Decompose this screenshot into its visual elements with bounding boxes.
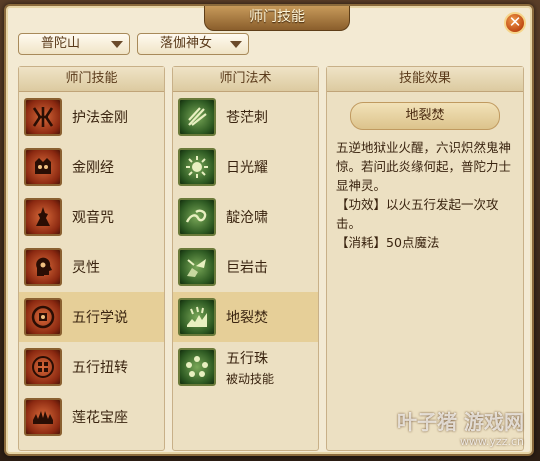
watermark-brand: 叶子猪 游戏网 bbox=[397, 410, 524, 434]
skill-row-lotus-throne[interactable]: 莲花宝座 bbox=[19, 392, 164, 442]
spell-row-sunlight[interactable]: 日光耀 bbox=[173, 142, 318, 192]
watermark-url: www.yzz.cn bbox=[459, 435, 524, 448]
spell-row-earth-crack-fire[interactable]: 地裂焚 bbox=[173, 292, 318, 342]
wave-roar-icon bbox=[178, 198, 216, 236]
spell-label: 日光耀 bbox=[226, 160, 268, 176]
skill-row-spirit[interactable]: 灵性 bbox=[19, 242, 164, 292]
spells-panel: 师门法术 苍茫刺 日光耀 靛沧啸 巨岩击 地裂焚 五行珠 被动技能 bbox=[172, 66, 319, 451]
skill-label: 金刚经 bbox=[72, 160, 114, 176]
earth-crack-fire-icon bbox=[178, 298, 216, 336]
vajra-guardian-icon bbox=[24, 98, 62, 136]
skills-panel-header: 师门技能 bbox=[19, 67, 164, 92]
skill-label: 五行扭转 bbox=[72, 360, 128, 376]
skill-label: 灵性 bbox=[72, 260, 100, 276]
five-elements-twist-icon bbox=[24, 348, 62, 386]
five-elements-coin-icon bbox=[24, 298, 62, 336]
skill-label: 护法金刚 bbox=[72, 110, 128, 126]
effect-cost: 【消耗】50点魔法 bbox=[336, 235, 440, 250]
spirit-head-icon bbox=[24, 248, 62, 286]
spell-label: 地裂焚 bbox=[226, 310, 268, 326]
sunlight-icon bbox=[178, 148, 216, 186]
effect-function: 【功效】以火五行发起一次攻击。 bbox=[336, 197, 499, 231]
lotus-throne-icon bbox=[24, 398, 62, 436]
spell-label: 靛沧啸 bbox=[226, 210, 268, 226]
skill-label: 观音咒 bbox=[72, 210, 114, 226]
skill-row-five-elements-theory[interactable]: 五行学说 bbox=[19, 292, 164, 342]
spell-row-five-pearls[interactable]: 五行珠 被动技能 bbox=[173, 342, 318, 392]
effect-panel-header: 技能效果 bbox=[327, 67, 523, 92]
master-dropdown-value: 落伽神女 bbox=[160, 36, 213, 51]
sect-dropdown[interactable]: 普陀山 bbox=[18, 33, 130, 55]
site-watermark: 叶子猪 游戏网 www.yzz.cn bbox=[397, 406, 524, 448]
spell-label-group: 五行珠 被动技能 bbox=[226, 348, 274, 387]
spell-row-vast-thorn[interactable]: 苍茫刺 bbox=[173, 92, 318, 142]
guanyin-mantra-icon bbox=[24, 198, 62, 236]
skill-row-vajra[interactable]: 护法金刚 bbox=[19, 92, 164, 142]
spell-label: 巨岩击 bbox=[226, 260, 268, 276]
vast-thorn-icon bbox=[178, 98, 216, 136]
spells-panel-header: 师门法术 bbox=[173, 67, 318, 92]
effect-poem: 五逆地狱业火醒，六识炽然鬼神惊。若问此炎缘何起，普陀力士显神灵。 bbox=[336, 140, 512, 193]
effect-panel: 技能效果 地裂焚 五逆地狱业火醒，六识炽然鬼神惊。若问此炎缘何起，普陀力士显神灵… bbox=[326, 66, 524, 451]
skill-row-guanyin-mantra[interactable]: 观音咒 bbox=[19, 192, 164, 242]
chevron-down-icon bbox=[111, 41, 123, 48]
spell-row-wave-roar[interactable]: 靛沧啸 bbox=[173, 192, 318, 242]
spell-label: 苍茫刺 bbox=[226, 110, 268, 126]
skill-label: 莲花宝座 bbox=[72, 410, 128, 426]
window-title: 师门技能 bbox=[204, 6, 350, 31]
five-pearls-icon bbox=[178, 348, 216, 386]
spell-row-boulder-strike[interactable]: 巨岩击 bbox=[173, 242, 318, 292]
skill-row-diamond-sutra[interactable]: 金刚经 bbox=[19, 142, 164, 192]
skill-window: 师门技能 ✕ 普陀山 落伽神女 师门技能 护法金刚 金刚经 观音咒 灵性 五行学… bbox=[4, 4, 534, 456]
boulder-strike-icon bbox=[178, 248, 216, 286]
passive-skill-tag: 被动技能 bbox=[226, 371, 275, 386]
master-dropdown[interactable]: 落伽神女 bbox=[137, 33, 249, 55]
close-button[interactable]: ✕ bbox=[504, 12, 526, 34]
effect-description: 五逆地狱业火醒，六识炽然鬼神惊。若问此炎缘何起，普陀力士显神灵。 【功效】以火五… bbox=[336, 138, 515, 252]
skills-panel: 师门技能 护法金刚 金刚经 观音咒 灵性 五行学说 五行扭转 莲花宝座 bbox=[18, 66, 165, 451]
spell-label: 五行珠 bbox=[226, 350, 268, 367]
diamond-sutra-icon bbox=[24, 148, 62, 186]
skill-label: 五行学说 bbox=[72, 310, 128, 326]
skill-row-five-elements-twist[interactable]: 五行扭转 bbox=[19, 342, 164, 392]
sect-dropdown-value: 普陀山 bbox=[41, 36, 81, 51]
chevron-down-icon bbox=[230, 41, 242, 48]
effect-skill-name: 地裂焚 bbox=[350, 102, 500, 130]
